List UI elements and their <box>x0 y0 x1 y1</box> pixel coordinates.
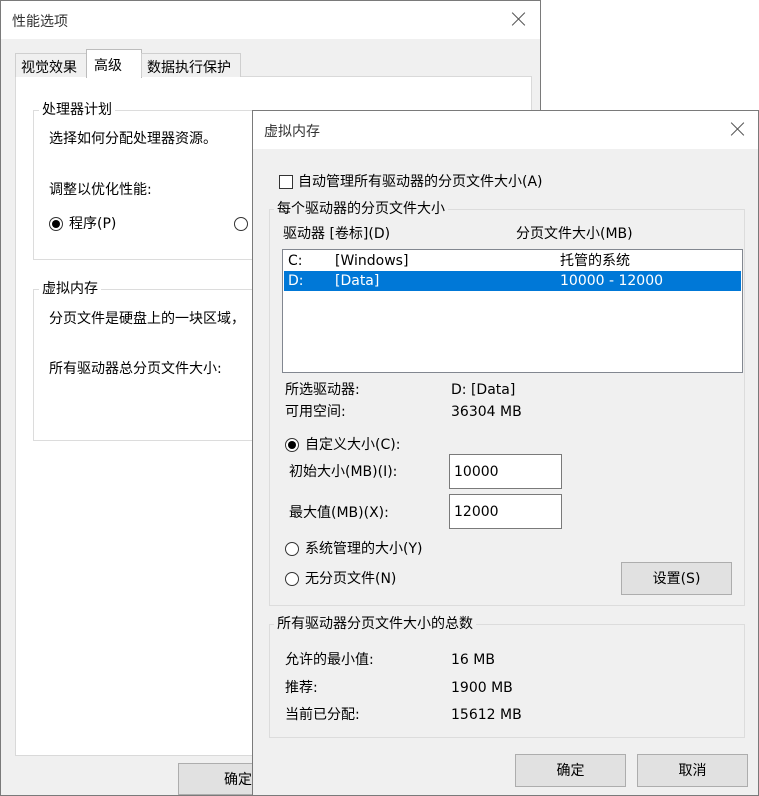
tab-label: 视觉效果 <box>21 60 77 76</box>
no-paging-file-label[interactable]: 无分页文件(N) <box>305 570 396 588</box>
auto-manage-checkbox[interactable] <box>279 175 293 189</box>
total-paging-size-label: 所有驱动器总分页文件大小: <box>49 361 222 377</box>
minimum-allowed-label: 允许的最小值: <box>285 652 374 668</box>
close-icon[interactable] <box>728 119 748 139</box>
selected-drive-value: D: [Data] <box>451 382 516 398</box>
max-size-input[interactable] <box>449 494 562 529</box>
drive-letter: D: <box>288 273 304 289</box>
title-bar: 虚拟内存 <box>253 111 758 149</box>
drive-page-size: 托管的系统 <box>560 253 630 269</box>
recommended-label: 推荐: <box>285 680 318 696</box>
free-space-label: 可用空间: <box>285 404 346 420</box>
cancel-button-label: 取消 <box>678 763 707 779</box>
programs-radio-label[interactable]: 程序(P) <box>69 215 116 233</box>
size-column-header: 分页文件大小(MB) <box>516 226 633 242</box>
totals-legend: 所有驱动器分页文件大小的总数 <box>274 615 476 633</box>
currently-allocated-label: 当前已分配: <box>285 707 360 723</box>
background-services-radio[interactable] <box>234 217 248 231</box>
initial-size-input[interactable] <box>449 454 562 489</box>
set-button[interactable]: 设置(S) <box>621 562 732 595</box>
drive-letter: C: <box>288 253 303 269</box>
tab-visual-effects[interactable]: 视觉效果 <box>15 53 87 77</box>
custom-size-radio[interactable] <box>285 438 299 452</box>
drive-column-header: 驱动器 [卷标](D) <box>283 226 391 242</box>
drive-row-c[interactable]: C: [Windows] 托管的系统 <box>284 251 741 271</box>
window-title: 性能选项 <box>12 14 68 30</box>
processor-scheduling-legend: 处理器计划 <box>39 101 115 119</box>
processor-scheduling-desc: 选择如何分配处理器资源。 <box>49 131 217 147</box>
tab-label: 高级 <box>94 58 122 74</box>
tab-advanced[interactable]: 高级 <box>86 49 142 78</box>
paging-file-desc: 分页文件是硬盘上的一块区域， <box>49 311 245 327</box>
virtual-memory-dialog: 虚拟内存 自动管理所有驱动器的分页文件大小(A) 每个驱动器的分页文件大小 驱动… <box>252 110 759 796</box>
selected-drive-label: 所选驱动器: <box>285 382 360 398</box>
custom-size-label[interactable]: 自定义大小(C): <box>305 436 400 454</box>
drive-page-size: 10000 - 12000 <box>560 273 664 289</box>
programs-radio[interactable] <box>49 217 63 231</box>
title-bar: 性能选项 <box>1 1 540 39</box>
cancel-button[interactable]: 取消 <box>637 754 748 787</box>
max-size-label: 最大值(MB)(X): <box>289 505 389 521</box>
system-managed-label[interactable]: 系统管理的大小(Y) <box>305 540 422 558</box>
set-button-label: 设置(S) <box>652 571 701 587</box>
auto-manage-label[interactable]: 自动管理所有驱动器的分页文件大小(A) <box>298 173 543 191</box>
initial-size-label: 初始大小(MB)(I): <box>289 464 398 480</box>
ok-button-label: 确定 <box>556 763 585 779</box>
minimum-allowed-value: 16 MB <box>451 652 495 668</box>
dialog-title: 虚拟内存 <box>264 124 320 140</box>
free-space-value: 36304 MB <box>451 404 522 420</box>
no-paging-file-radio[interactable] <box>285 572 299 586</box>
recommended-value: 1900 MB <box>451 680 513 696</box>
ok-button[interactable]: 确定 <box>515 754 626 787</box>
currently-allocated-value: 15612 MB <box>451 707 522 723</box>
close-icon[interactable] <box>509 9 529 29</box>
drive-label: [Windows] <box>335 253 409 269</box>
drive-row-d[interactable]: D: [Data] 10000 - 12000 <box>284 271 741 291</box>
tab-label: 数据执行保护 <box>147 60 231 76</box>
system-managed-radio[interactable] <box>285 542 299 556</box>
tab-dep[interactable]: 数据执行保护 <box>141 53 241 77</box>
virtual-memory-legend: 虚拟内存 <box>39 280 101 298</box>
per-drive-legend: 每个驱动器的分页文件大小 <box>274 200 448 218</box>
drive-label: [Data] <box>335 273 380 289</box>
adjust-for-label: 调整以优化性能: <box>49 182 152 198</box>
drive-list[interactable]: C: [Windows] 托管的系统 D: [Data] 10000 - 120… <box>282 249 743 373</box>
ok-button-label: 确定 <box>224 772 252 788</box>
